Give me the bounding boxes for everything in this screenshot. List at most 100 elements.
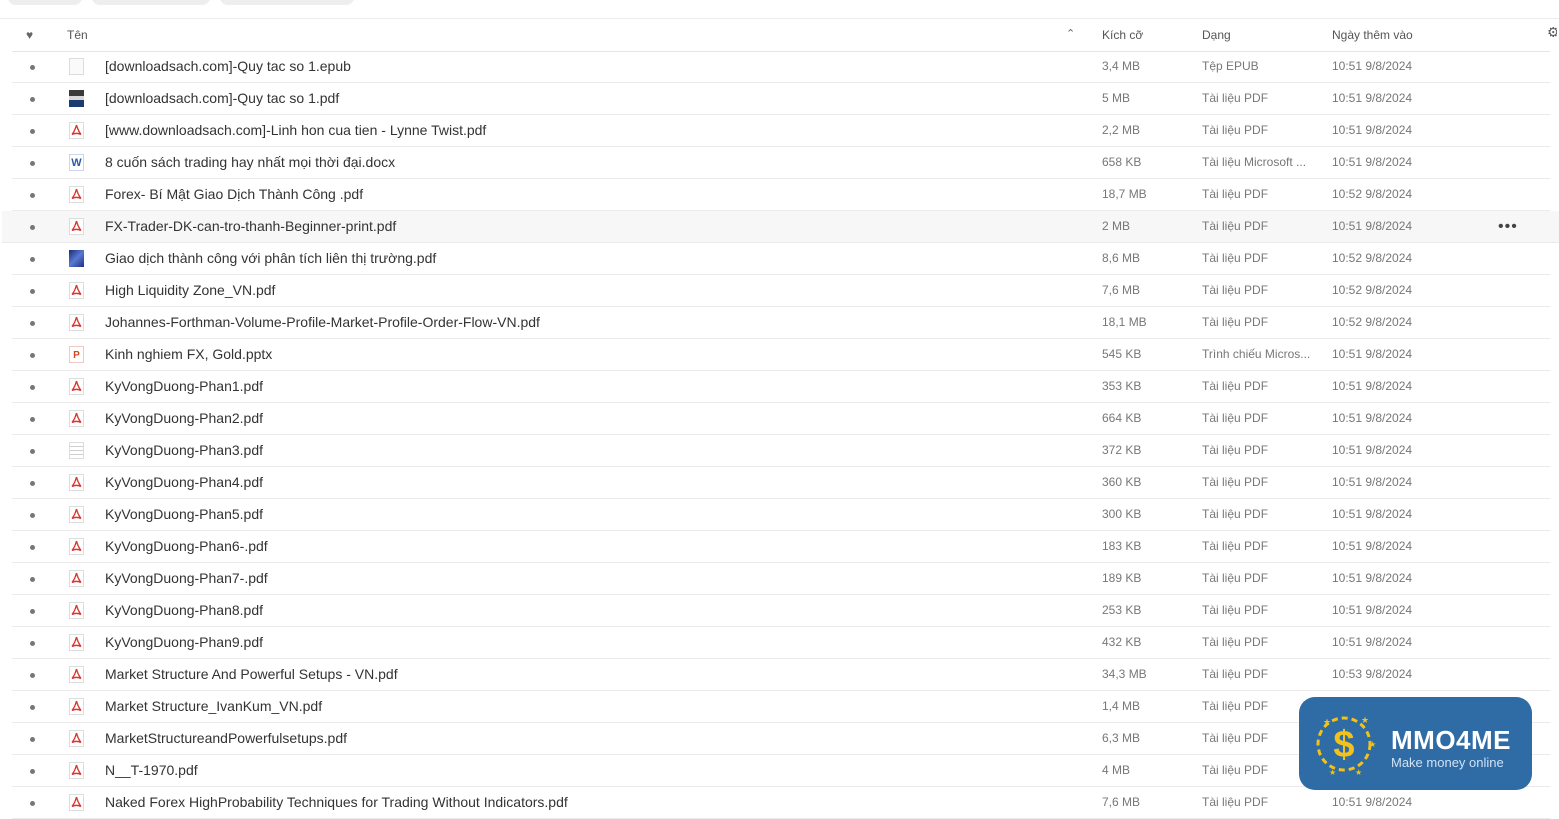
favorite-dot[interactable] bbox=[30, 705, 35, 710]
file-row[interactable]: High Liquidity Zone_VN.pdf 7,6 MB Tài liệu… bbox=[12, 275, 1550, 307]
favorite-dot[interactable] bbox=[30, 449, 35, 454]
file-name[interactable]: KyVongDuong-Phan6-.pdf bbox=[105, 531, 268, 562]
file-name[interactable]: [downloadsach.com]-Quy tac so 1.epub bbox=[105, 51, 351, 82]
file-name[interactable]: Johannes-Forthman-Volume-Profile-Market-… bbox=[105, 307, 540, 338]
file-name[interactable]: KyVongDuong-Phan2.pdf bbox=[105, 403, 263, 434]
pdf-file-icon bbox=[69, 730, 84, 747]
favorite-dot[interactable] bbox=[30, 609, 35, 614]
favorite-dot[interactable] bbox=[30, 769, 35, 774]
file-row[interactable]: [www.downloadsach.com]-Linh hon cua tien… bbox=[12, 115, 1550, 147]
favorite-dot[interactable] bbox=[30, 289, 35, 294]
file-type: Tài liệu PDF bbox=[1202, 251, 1269, 265]
file-row[interactable]: KyVongDuong-Phan3.pdf 372 KB Tài liệu PDF 1… bbox=[12, 435, 1550, 467]
file-name[interactable]: Giao dịch thành công với phân tích liên … bbox=[105, 243, 436, 274]
file-name[interactable]: Market Structure And Powerful Setups - V… bbox=[105, 659, 398, 690]
column-header-type[interactable]: Dạng bbox=[1202, 18, 1231, 51]
favorite-dot[interactable] bbox=[30, 577, 35, 582]
file-name[interactable]: FX-Trader-DK-can-tro-thanh-Beginner-prin… bbox=[105, 211, 396, 242]
file-size: 7,6 MB bbox=[1102, 283, 1141, 297]
file-type: Tài liệu PDF bbox=[1202, 763, 1269, 777]
pdf-file-icon bbox=[69, 282, 84, 299]
favorite-dot[interactable] bbox=[30, 129, 35, 134]
favorite-dot[interactable] bbox=[30, 193, 35, 198]
column-header-date-added[interactable]: Ngày thêm vào bbox=[1332, 18, 1413, 51]
file-name[interactable]: Forex- Bí Mật Giao Dịch Thành Công .pdf bbox=[105, 179, 363, 210]
file-name[interactable]: N__T-1970.pdf bbox=[105, 755, 198, 786]
favorite-dot[interactable] bbox=[30, 257, 35, 262]
file-size: 18,7 MB bbox=[1102, 187, 1147, 201]
favorite-dot[interactable] bbox=[30, 737, 35, 742]
favorite-dot[interactable] bbox=[30, 353, 35, 358]
file-name[interactable]: Kinh nghiem FX, Gold.pptx bbox=[105, 339, 272, 370]
gear-icon[interactable]: ⚙ bbox=[1547, 27, 1557, 37]
favorite-dot[interactable] bbox=[30, 641, 35, 646]
file-name[interactable]: KyVongDuong-Phan8.pdf bbox=[105, 595, 263, 626]
file-row[interactable]: Forex- Bí Mật Giao Dịch Thành Công .pdf 1… bbox=[12, 179, 1550, 211]
favorite-dot[interactable] bbox=[30, 513, 35, 518]
favorite-dot[interactable] bbox=[30, 65, 35, 70]
favorite-dot[interactable] bbox=[30, 161, 35, 166]
favorite-dot[interactable] bbox=[30, 417, 35, 422]
favorite-dot[interactable] bbox=[30, 225, 35, 230]
file-row[interactable]: KyVongDuong-Phan6-.pdf 183 KB Tài liệu PDF… bbox=[12, 531, 1550, 563]
file-date-added: 10:51 9/8/2024 bbox=[1332, 507, 1413, 521]
file-row[interactable]: KyVongDuong-Phan9.pdf 432 KB Tài liệu PDF 1… bbox=[12, 627, 1550, 659]
file-row[interactable]: Giao dịch thành công với phân tích liên … bbox=[12, 243, 1550, 275]
filter-chip[interactable] bbox=[92, 0, 210, 5]
file-name[interactable]: KyVongDuong-Phan5.pdf bbox=[105, 499, 263, 530]
favorite-dot[interactable] bbox=[30, 673, 35, 678]
file-name[interactable]: MarketStructureandPowerfulsetups.pdf bbox=[105, 723, 347, 754]
pdf-file-icon bbox=[69, 122, 84, 139]
file-name[interactable]: 8 cuốn sách trading hay nhất mọi thời đạ… bbox=[105, 147, 395, 178]
filter-chip[interactable] bbox=[220, 0, 354, 5]
file-type: Trình chiếu Micros... bbox=[1202, 347, 1311, 361]
file-name[interactable]: Market Structure_IvanKum_VN.pdf bbox=[105, 691, 322, 722]
column-header-name[interactable]: Tên bbox=[67, 18, 88, 51]
file-row[interactable]: Market Structure And Powerful Setups - V… bbox=[12, 659, 1550, 691]
chevron-up-icon[interactable]: ⌃ bbox=[1066, 17, 1075, 50]
column-header-size[interactable]: Kích cỡ bbox=[1102, 18, 1143, 51]
favorite-dot[interactable] bbox=[30, 385, 35, 390]
favorite-dot[interactable] bbox=[30, 545, 35, 550]
file-date-added: 10:51 9/8/2024 bbox=[1332, 123, 1413, 137]
file-row[interactable]: [downloadsach.com]-Quy tac so 1.epub 3,4 … bbox=[12, 51, 1550, 83]
file-row[interactable]: KyVongDuong-Phan5.pdf 300 KB Tài liệu PDF 1… bbox=[12, 499, 1550, 531]
file-row[interactable]: Johannes-Forthman-Volume-Profile-Market-… bbox=[12, 307, 1550, 339]
file-size: 360 KB bbox=[1102, 475, 1142, 489]
file-name[interactable]: KyVongDuong-Phan9.pdf bbox=[105, 627, 263, 658]
file-row[interactable]: W 8 cuốn sách trading hay nhất mọi thời đ… bbox=[12, 147, 1550, 179]
pdf-file-icon bbox=[69, 474, 84, 491]
filter-chip[interactable] bbox=[8, 0, 82, 5]
favorite-dot[interactable] bbox=[30, 321, 35, 326]
favorite-dot[interactable] bbox=[30, 97, 35, 102]
pdf-file-icon bbox=[69, 218, 84, 235]
file-name[interactable]: High Liquidity Zone_VN.pdf bbox=[105, 275, 275, 306]
file-row[interactable]: KyVongDuong-Phan1.pdf 353 KB Tài liệu PDF 1… bbox=[12, 371, 1550, 403]
favorite-column-heart-icon[interactable]: ♥ bbox=[26, 18, 33, 51]
favorite-dot[interactable] bbox=[30, 801, 35, 806]
file-row[interactable]: KyVongDuong-Phan2.pdf 664 KB Tài liệu PDF 1… bbox=[12, 403, 1550, 435]
file-name[interactable]: [www.downloadsach.com]-Linh hon cua tien… bbox=[105, 115, 486, 146]
file-name[interactable]: [downloadsach.com]-Quy tac so 1.pdf bbox=[105, 83, 339, 114]
file-name[interactable]: KyVongDuong-Phan7-.pdf bbox=[105, 563, 268, 594]
file-size: 545 KB bbox=[1102, 347, 1142, 361]
file-name[interactable]: KyVongDuong-Phan4.pdf bbox=[105, 467, 263, 498]
file-type: Tài liệu PDF bbox=[1202, 603, 1269, 617]
file-date-added: 10:51 9/8/2024 bbox=[1332, 571, 1413, 585]
file-size: 372 KB bbox=[1102, 443, 1142, 457]
file-row[interactable]: KyVongDuong-Phan8.pdf 253 KB Tài liệu PDF 1… bbox=[12, 595, 1550, 627]
file-row[interactable]: Naked Forex HighProbability Techniques f… bbox=[12, 787, 1550, 819]
file-size: 183 KB bbox=[1102, 539, 1142, 553]
file-name[interactable]: Naked Forex HighProbability Techniques f… bbox=[105, 787, 568, 818]
file-name[interactable]: KyVongDuong-Phan3.pdf bbox=[105, 435, 263, 466]
file-row[interactable]: FX-Trader-DK-can-tro-thanh-Beginner-prin… bbox=[2, 211, 1559, 243]
file-date-added: 10:51 9/8/2024 bbox=[1332, 539, 1413, 553]
more-horizontal-icon[interactable]: ••• bbox=[1498, 211, 1518, 242]
file-row[interactable]: KyVongDuong-Phan4.pdf 360 KB Tài liệu PDF 1… bbox=[12, 467, 1550, 499]
favorite-dot[interactable] bbox=[30, 481, 35, 486]
file-name[interactable]: KyVongDuong-Phan1.pdf bbox=[105, 371, 263, 402]
file-date-added: 10:51 9/8/2024 bbox=[1332, 219, 1413, 233]
file-row[interactable]: P Kinh nghiem FX, Gold.pptx 545 KB Trình ch… bbox=[12, 339, 1550, 371]
file-row[interactable]: [downloadsach.com]-Quy tac so 1.pdf 5 MB T… bbox=[12, 83, 1550, 115]
file-row[interactable]: KyVongDuong-Phan7-.pdf 189 KB Tài liệu PDF… bbox=[12, 563, 1550, 595]
